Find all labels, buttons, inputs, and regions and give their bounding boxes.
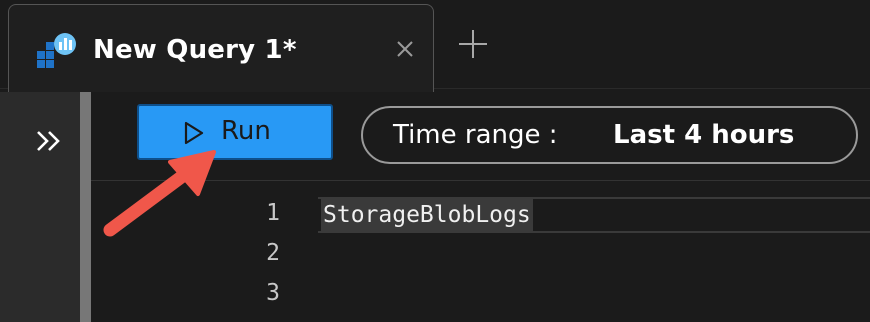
line-number: 1	[266, 200, 280, 226]
time-range-label: Time range :	[393, 120, 558, 150]
code-line[interactable]: StorageBlobLogs	[321, 199, 533, 231]
plus-icon[interactable]	[455, 26, 491, 62]
tab-new-query[interactable]: New Query 1*	[8, 4, 434, 92]
line-number: 2	[266, 240, 280, 266]
arrow-annotation-icon	[103, 150, 216, 237]
tab-title: New Query 1*	[93, 35, 297, 65]
log-analytics-icon	[37, 33, 76, 68]
run-button-label: Run	[221, 116, 271, 146]
time-range-value: Last 4 hours	[613, 120, 795, 150]
line-number: 3	[266, 280, 280, 306]
sidebar-splitter[interactable]	[80, 92, 91, 322]
query-editor-window: New Query 1* Run Time range : Last 4 hou…	[0, 0, 870, 322]
close-icon[interactable]	[393, 37, 417, 61]
tab-bar: New Query 1*	[0, 0, 870, 92]
double-chevron-right-icon[interactable]	[30, 126, 66, 156]
time-range-picker[interactable]: Time range : Last 4 hours	[361, 106, 858, 164]
